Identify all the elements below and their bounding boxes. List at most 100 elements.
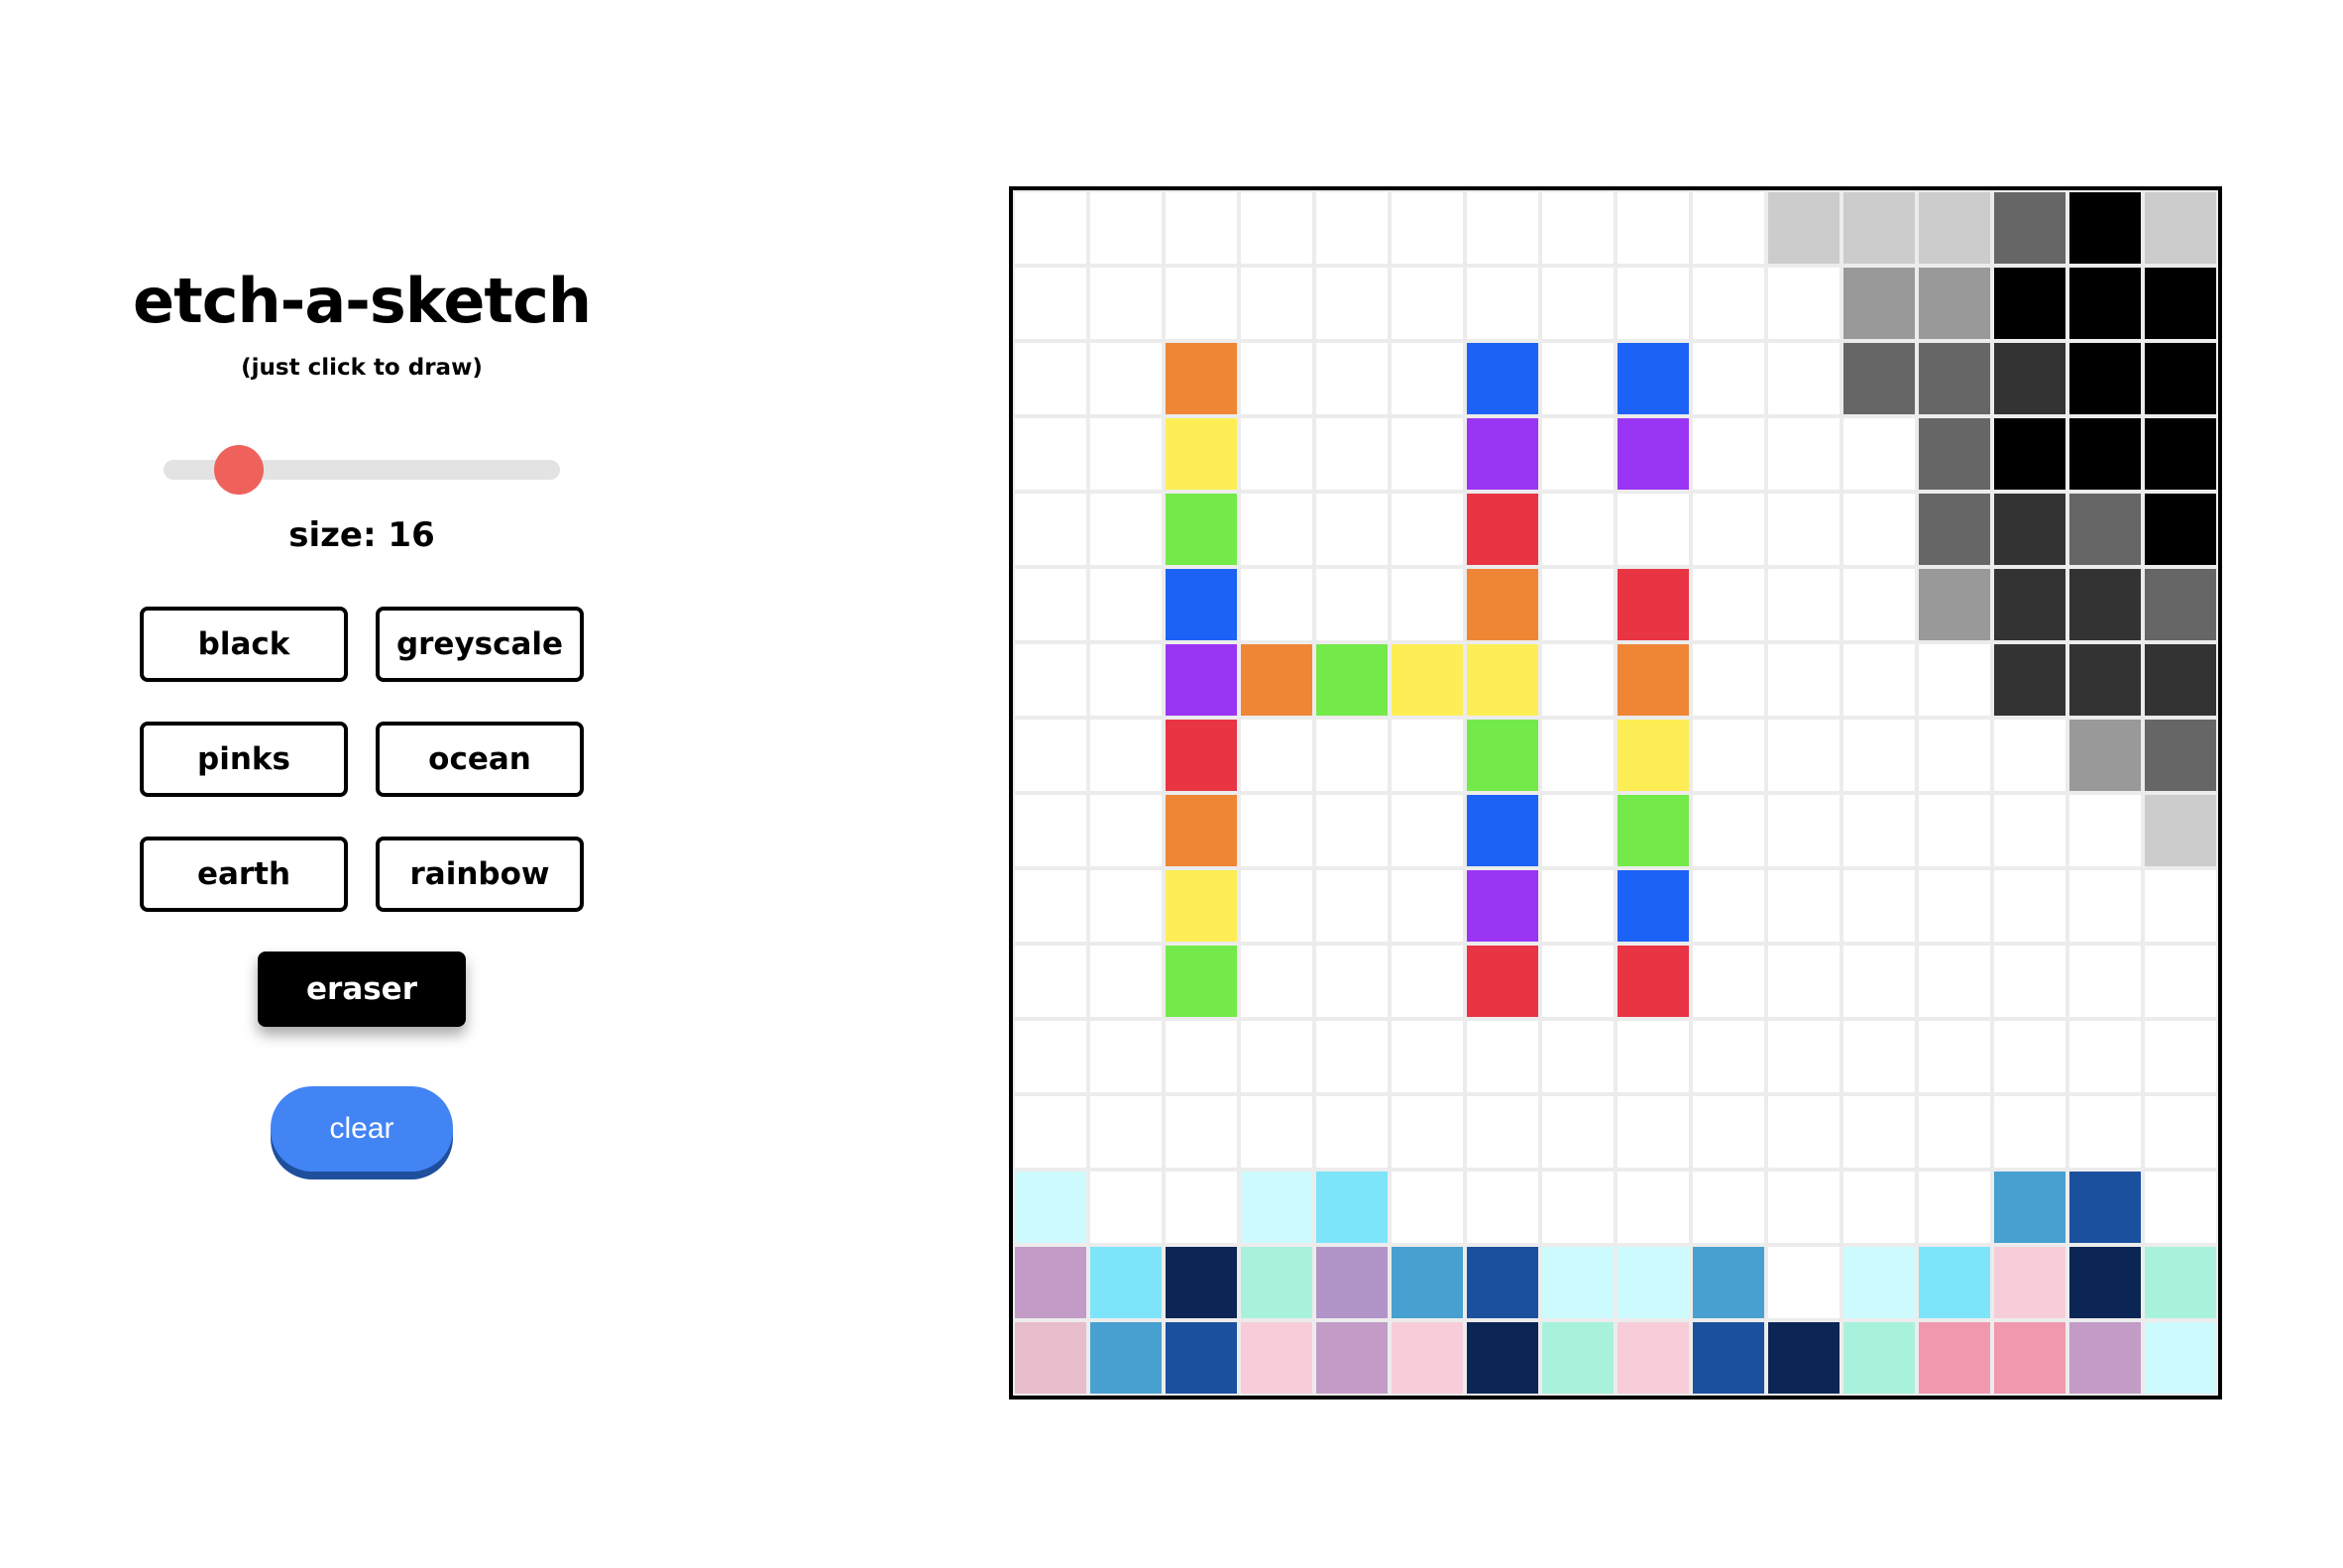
grid-cell[interactable]: [1917, 1094, 1992, 1170]
grid-cell[interactable]: [2067, 567, 2143, 642]
grid-cell[interactable]: [1013, 341, 1088, 416]
grid-cell[interactable]: [1239, 1245, 1314, 1320]
grid-cell[interactable]: [1314, 1320, 1390, 1396]
grid-cell[interactable]: [1239, 642, 1314, 718]
grid-cell[interactable]: [1766, 1019, 1841, 1094]
grid-cell[interactable]: [1540, 341, 1616, 416]
grid-cell[interactable]: [1088, 868, 1164, 944]
grid-cell[interactable]: [1917, 1019, 1992, 1094]
grid-cell[interactable]: [1616, 1094, 1691, 1170]
grid-cell[interactable]: [1465, 1320, 1540, 1396]
grid-cell[interactable]: [2143, 642, 2218, 718]
grid-cell[interactable]: [2143, 1094, 2218, 1170]
grid-cell[interactable]: [1540, 718, 1616, 793]
grid-cell[interactable]: [1465, 1170, 1540, 1245]
grid-cell[interactable]: [1540, 868, 1616, 944]
grid-cell[interactable]: [2067, 190, 2143, 266]
grid-cell[interactable]: [1239, 944, 1314, 1019]
grid-cell[interactable]: [1390, 642, 1465, 718]
grid-cell[interactable]: [1691, 567, 1766, 642]
grid-cell[interactable]: [1691, 190, 1766, 266]
grid-cell[interactable]: [1390, 492, 1465, 567]
grid-cell[interactable]: [1992, 1019, 2067, 1094]
grid-cell[interactable]: [1390, 718, 1465, 793]
grid-cell[interactable]: [2067, 1094, 2143, 1170]
grid-cell[interactable]: [1616, 567, 1691, 642]
grid-cell[interactable]: [1616, 718, 1691, 793]
grid-cell[interactable]: [2143, 416, 2218, 492]
grid-cell[interactable]: [2143, 341, 2218, 416]
grid-cell[interactable]: [1465, 1019, 1540, 1094]
grid-cell[interactable]: [1465, 190, 1540, 266]
grid-cell[interactable]: [1691, 718, 1766, 793]
grid-cell[interactable]: [2067, 1170, 2143, 1245]
grid-cell[interactable]: [1013, 718, 1088, 793]
grid-cell[interactable]: [1841, 944, 1917, 1019]
grid-cell[interactable]: [2143, 793, 2218, 868]
grid-cell[interactable]: [1239, 266, 1314, 341]
grid-cell[interactable]: [1616, 1019, 1691, 1094]
grid-cell[interactable]: [1540, 642, 1616, 718]
grid-cell[interactable]: [1616, 793, 1691, 868]
grid-cell[interactable]: [1766, 266, 1841, 341]
grid-size-slider[interactable]: [164, 445, 560, 496]
grid-cell[interactable]: [1164, 868, 1239, 944]
grid-cell[interactable]: [2067, 341, 2143, 416]
grid-cell[interactable]: [1013, 1320, 1088, 1396]
grid-cell[interactable]: [1616, 416, 1691, 492]
grid-cell[interactable]: [1465, 492, 1540, 567]
grid-cell[interactable]: [1841, 1170, 1917, 1245]
grid-cell[interactable]: [1841, 718, 1917, 793]
grid-cell[interactable]: [1766, 868, 1841, 944]
grid-cell[interactable]: [1314, 1019, 1390, 1094]
grid-cell[interactable]: [1465, 944, 1540, 1019]
grid-cell[interactable]: [1992, 1170, 2067, 1245]
grid-cell[interactable]: [1013, 190, 1088, 266]
grid-cell[interactable]: [1390, 416, 1465, 492]
grid-cell[interactable]: [1465, 718, 1540, 793]
grid-cell[interactable]: [1465, 642, 1540, 718]
grid-cell[interactable]: [1088, 567, 1164, 642]
grid-cell[interactable]: [1239, 341, 1314, 416]
grid-cell[interactable]: [1390, 567, 1465, 642]
grid-cell[interactable]: [1390, 1094, 1465, 1170]
grid-cell[interactable]: [1314, 567, 1390, 642]
grid-cell[interactable]: [1691, 944, 1766, 1019]
grid-cell[interactable]: [1088, 718, 1164, 793]
grid-cell[interactable]: [2143, 266, 2218, 341]
grid-cell[interactable]: [1314, 944, 1390, 1019]
grid-cell[interactable]: [1465, 567, 1540, 642]
greyscale-button[interactable]: greyscale: [376, 607, 584, 683]
grid-cell[interactable]: [1314, 190, 1390, 266]
grid-cell[interactable]: [1616, 190, 1691, 266]
grid-cell[interactable]: [1164, 1094, 1239, 1170]
grid-cell[interactable]: [1239, 718, 1314, 793]
grid-cell[interactable]: [1616, 341, 1691, 416]
grid-cell[interactable]: [1164, 1245, 1239, 1320]
grid-cell[interactable]: [1917, 944, 1992, 1019]
grid-cell[interactable]: [1992, 1094, 2067, 1170]
grid-cell[interactable]: [1314, 1094, 1390, 1170]
grid-cell[interactable]: [1841, 492, 1917, 567]
grid-cell[interactable]: [1088, 1320, 1164, 1396]
grid-cell[interactable]: [1841, 266, 1917, 341]
grid-cell[interactable]: [1540, 1094, 1616, 1170]
grid-cell[interactable]: [1013, 416, 1088, 492]
grid-cell[interactable]: [1164, 1170, 1239, 1245]
grid-cell[interactable]: [1164, 190, 1239, 266]
grid-cell[interactable]: [1841, 1094, 1917, 1170]
grid-cell[interactable]: [1917, 793, 1992, 868]
grid-cell[interactable]: [1540, 944, 1616, 1019]
grid-cell[interactable]: [1992, 1245, 2067, 1320]
grid-cell[interactable]: [1314, 266, 1390, 341]
grid-cell[interactable]: [1013, 793, 1088, 868]
grid-cell[interactable]: [1465, 416, 1540, 492]
grid-cell[interactable]: [1616, 1320, 1691, 1396]
grid-cell[interactable]: [1691, 341, 1766, 416]
grid-cell[interactable]: [1314, 1245, 1390, 1320]
grid-cell[interactable]: [1390, 868, 1465, 944]
grid-cell[interactable]: [2067, 1019, 2143, 1094]
grid-cell[interactable]: [1691, 416, 1766, 492]
grid-cell[interactable]: [1691, 1094, 1766, 1170]
grid-cell[interactable]: [1841, 642, 1917, 718]
